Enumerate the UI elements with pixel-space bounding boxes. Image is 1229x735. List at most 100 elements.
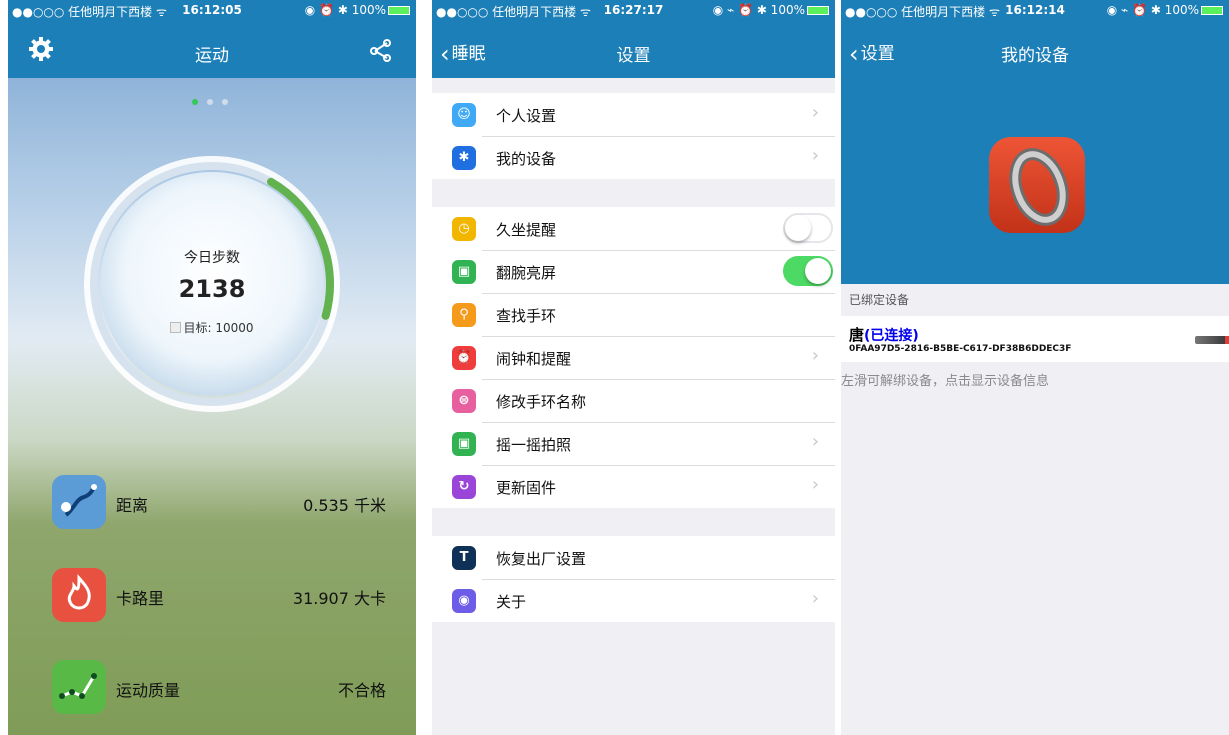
page-dot [192, 99, 198, 105]
device-battery-icon [1195, 336, 1229, 344]
bulb-icon: ◉ [452, 589, 476, 613]
stat-label: 卡路里 [116, 589, 165, 608]
stat-value: 0.535 千米 [303, 496, 386, 515]
person-icon: ☺ [452, 103, 476, 127]
status-right: ◉ ⌁ ⏰ ✱ 100% [713, 3, 829, 17]
bluetooth-icon: ✱ [452, 146, 476, 170]
connection-status: (已连接) [864, 328, 919, 344]
step-goal: 目标: 10000 [83, 319, 341, 336]
nav-bar: ‹ 睡眠 设置 [432, 20, 835, 78]
page-title: 设置 [616, 46, 651, 66]
gear-icon[interactable] [28, 36, 54, 62]
settings-group: T 恢复出厂设置 ◉ 关于 › [432, 536, 835, 622]
band-app-icon [989, 137, 1085, 233]
battery-icon [1201, 6, 1223, 15]
page-indicator[interactable] [192, 90, 237, 109]
stat-calories[interactable]: 卡路里 31.907 大卡 [52, 568, 386, 622]
chevron-right-icon: › [811, 345, 819, 366]
device-row[interactable]: 唐(已连接) 0FAA97D5-2816-B5BE-C617-DF38B6DDE… [841, 316, 1229, 362]
wrist-icon: ▣ [452, 260, 476, 284]
settings-cell[interactable]: ✱ 我的设备 › [432, 136, 835, 179]
settings-cell[interactable]: ▣ 翻腕亮屏 [432, 250, 835, 293]
refresh-icon: ↻ [452, 475, 476, 499]
stat-distance[interactable]: 距离 0.535 千米 [52, 475, 386, 529]
page-dot [207, 99, 213, 105]
status-right: ◉ ⌁ ⏰ ✱ 100% [1107, 3, 1223, 17]
clock-icon: ◷ [452, 217, 476, 241]
settings-cell-label: 修改手环名称 [496, 393, 587, 411]
device-name-text: 唐 [849, 326, 865, 344]
status-bar: ●●○○○ 任他明月下西楼 ᯤ 16:12:14 ◉ ⌁ ⏰ ✱ 100% [841, 0, 1229, 20]
toggle-knob [785, 215, 811, 241]
flame-icon [52, 568, 106, 622]
status-right-text: ◉ ⌁ ⏰ ✱ 100% [1106, 3, 1199, 17]
status-time: 16:12:14 [1005, 3, 1065, 17]
settings-cell[interactable]: ◷ 久坐提醒 [432, 207, 835, 250]
chevron-right-icon: › [811, 474, 819, 495]
search-icon: ⚲ [452, 303, 476, 327]
trend-icon [52, 660, 106, 714]
status-time: 16:27:17 [603, 3, 664, 17]
chevron-right-icon: › [811, 588, 819, 609]
settings-group: ☺ 个人设置 › ✱ 我的设备 › [432, 93, 835, 179]
settings-cell-label: 闹钟和提醒 [496, 350, 572, 368]
battery-icon [807, 6, 829, 15]
settings-cell-label: 查找手环 [496, 307, 557, 325]
chevron-right-icon: › [811, 102, 819, 123]
settings-cell[interactable]: ⏰ 闹钟和提醒 › [432, 336, 835, 379]
bound-devices-header: 已绑定设备 [849, 293, 910, 307]
edit-goal-icon[interactable] [170, 322, 182, 333]
settings-cell-label: 摇一摇拍照 [496, 436, 572, 454]
stat-value: 31.907 大卡 [292, 589, 386, 608]
toggle-switch[interactable] [783, 256, 833, 286]
stat-quality[interactable]: 运动质量 不合格 [52, 660, 386, 714]
status-right-text: ◉ ⏰ ✱ 100% [304, 3, 386, 17]
settings-cell-label: 更新固件 [496, 479, 557, 497]
today-steps-label: 今日步数 [184, 250, 240, 266]
settings-cell[interactable]: ☺ 个人设置 › [432, 93, 835, 136]
stat-label: 运动质量 [116, 681, 181, 700]
rename-icon: ⊜ [452, 389, 476, 413]
settings-cell-label: 恢复出厂设置 [496, 550, 587, 568]
unbind-hint: 左滑可解绑设备，点击显示设备信息 [841, 374, 1050, 389]
carrier-text: ●●○○○ 任他明月下西楼 ᯤ [845, 5, 1000, 19]
settings-cell-label: 个人设置 [496, 107, 557, 125]
route-icon [52, 475, 106, 529]
settings-cell[interactable]: T 恢复出厂设置 [432, 536, 835, 579]
settings-cell[interactable]: ⊜ 修改手环名称 [432, 379, 835, 422]
nav-bar: ‹ 设置 我的设备 [841, 20, 1229, 82]
status-right-text: ◉ ⌁ ⏰ ✱ 100% [712, 3, 805, 17]
device-hero [841, 82, 1229, 284]
device-name: 唐(已连接) [849, 324, 919, 345]
stat-value: 不合格 [337, 681, 386, 700]
settings-cell-label: 我的设备 [496, 150, 557, 168]
status-time: 16:12:05 [182, 3, 242, 17]
settings-cell-label: 久坐提醒 [496, 221, 557, 239]
my-device-screen: ●●○○○ 任他明月下西楼 ᯤ 16:12:14 ◉ ⌁ ⏰ ✱ 100% ‹ 设… [841, 0, 1229, 735]
settings-group: ◷ 久坐提醒 ▣ 翻腕亮屏 ⚲ 查找手环 ⏰ 闹钟和提醒 › ⊜ 修改手环名称 ▣ 摇一摇拍照 › ↻ 更新固… [432, 207, 835, 508]
step-goal-text: 目标: 10000 [183, 321, 254, 335]
toggle-switch[interactable] [783, 213, 833, 243]
step-count: 2138 [178, 275, 246, 303]
settings-cell[interactable]: ▣ 摇一摇拍照 › [432, 422, 835, 465]
battery-icon [388, 6, 410, 15]
chevron-right-icon: › [811, 145, 819, 166]
settings-cell-label: 关于 [496, 593, 527, 611]
camera-icon: ▣ [452, 432, 476, 456]
share-icon[interactable] [368, 37, 394, 63]
settings-cell[interactable]: ◉ 关于 › [432, 579, 835, 622]
toggle-knob [805, 258, 831, 284]
stat-label: 距离 [116, 496, 149, 515]
hammer-icon: T [452, 546, 476, 570]
settings-cell[interactable]: ↻ 更新固件 › [432, 465, 835, 508]
settings-cell[interactable]: ⚲ 查找手环 [432, 293, 835, 336]
step-ring: 今日步数 2138 目标: 10000 [83, 155, 341, 413]
nav-bar: 运动 [8, 20, 416, 78]
settings-cell-label: 翻腕亮屏 [496, 264, 557, 282]
carrier-text: ●●○○○ 任他明月下西楼 ᯤ [12, 5, 167, 19]
page-title: 运动 [195, 46, 229, 66]
settings-screen: ●●○○○ 任他明月下西楼 ᯤ 16:27:17 ◉ ⌁ ⏰ ✱ 100% ‹ 睡… [432, 0, 835, 735]
sport-screen: ●●○○○ 任他明月下西楼 ᯤ 16:12:05 ◉ ⏰ ✱ 100% 运动 今… [8, 0, 416, 735]
page-dot [222, 99, 228, 105]
alarm-icon: ⏰ [452, 346, 476, 370]
